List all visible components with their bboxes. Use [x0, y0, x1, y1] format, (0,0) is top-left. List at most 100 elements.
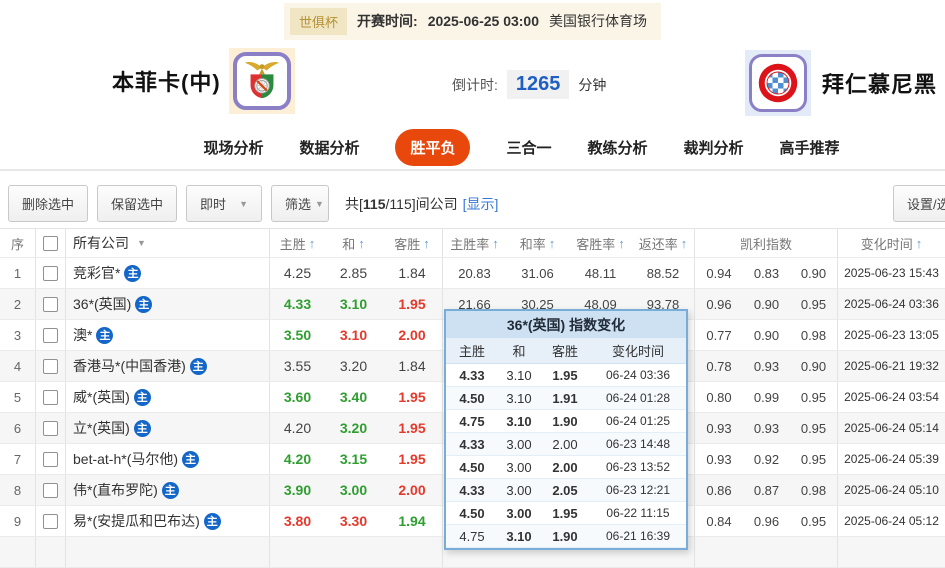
nav-tab[interactable]: 裁判分析: [684, 137, 744, 158]
top-bar: 世俱杯 开赛时间: 2025-06-25 03:00 美国银行体育场: [0, 0, 945, 42]
popup-draw-odds: 3.10: [498, 414, 540, 429]
company-name: bet-at-h*(马尔他): [73, 449, 178, 469]
company-cell[interactable]: [66, 537, 270, 567]
nav-tab[interactable]: 高手推荐: [780, 137, 840, 158]
kelly-index-2: 0.90: [743, 289, 790, 319]
col-seq: 序: [0, 229, 36, 257]
main-company-badge-icon: 主: [135, 296, 152, 313]
home-odds: 3.55: [270, 351, 325, 381]
away-team-block: 拜仁慕尼黑: [745, 50, 937, 116]
popup-change-time: 06-23 14:48: [590, 437, 686, 451]
company-name: 易*(安提瓜和巴布达): [73, 511, 200, 531]
kelly-index-1: 0.78: [695, 351, 743, 381]
company-cell[interactable]: 竞彩官*主: [66, 258, 270, 288]
nav-tab[interactable]: 三合一: [506, 137, 551, 158]
show-link[interactable]: [显示]: [463, 196, 499, 212]
filter-dropdown[interactable]: 筛选 ▼: [271, 185, 329, 222]
kelly-index-2: 0.96: [743, 506, 790, 536]
home-odds: 3.60: [270, 382, 325, 412]
popup-col-time: 变化时间: [590, 341, 686, 360]
kelly-index-1: 0.86: [695, 475, 743, 505]
nav-tab[interactable]: 教练分析: [588, 137, 648, 158]
keep-selected-button[interactable]: 保留选中: [97, 185, 177, 222]
home-odds: 3.80: [270, 506, 325, 536]
sort-up-icon: ↑: [309, 236, 316, 251]
kelly-index-3: 0.95: [790, 413, 838, 443]
row-checkbox[interactable]: [43, 390, 58, 405]
row-checkbox[interactable]: [43, 328, 58, 343]
row-checkbox[interactable]: [43, 514, 58, 529]
time-mode-dropdown[interactable]: 即时 ▼: [186, 185, 262, 222]
row-checkbox[interactable]: [43, 359, 58, 374]
draw-odds: 3.00: [325, 475, 382, 505]
change-time: 2025-06-24 05:10: [838, 475, 945, 505]
select-all-checkbox[interactable]: [43, 236, 58, 251]
row-checkbox[interactable]: [43, 297, 58, 312]
kelly-index-3: 0.95: [790, 289, 838, 319]
col-select-all: [36, 229, 66, 257]
col-home-rate[interactable]: 主胜率↑: [443, 229, 506, 257]
col-draw-odds[interactable]: 和↑: [325, 229, 382, 257]
kelly-index-1: [695, 537, 743, 567]
settings-button[interactable]: 设置/选择: [893, 185, 945, 222]
col-company[interactable]: 所有公司▼: [66, 229, 270, 257]
away-odds: 1.95: [382, 413, 443, 443]
dropdown-arrow-icon: ▼: [137, 238, 146, 248]
col-away-rate[interactable]: 客胜率↑: [569, 229, 632, 257]
company-cell[interactable]: bet-at-h*(马尔他)主: [66, 444, 270, 474]
nav-tab[interactable]: 胜平负: [395, 129, 470, 166]
col-draw-rate[interactable]: 和率↑: [506, 229, 569, 257]
company-cell[interactable]: 香港马*(中国香港)主: [66, 351, 270, 381]
home-odds: 3.50: [270, 320, 325, 350]
company-cell[interactable]: 威*(英国)主: [66, 382, 270, 412]
draw-odds: 3.40: [325, 382, 382, 412]
row-checkbox[interactable]: [43, 421, 58, 436]
chevron-down-icon: ▼: [315, 199, 324, 209]
popup-change-time: 06-24 03:36: [590, 368, 686, 382]
row-select-cell: [36, 258, 66, 288]
countdown: 倒计时: 1265 分钟: [452, 70, 606, 99]
row-seq: 6: [0, 413, 36, 443]
draw-odds: 2.85: [325, 258, 382, 288]
delete-selected-button[interactable]: 删除选中: [8, 185, 88, 222]
kelly-index-3: 0.95: [790, 506, 838, 536]
company-cell[interactable]: 36*(英国)主: [66, 289, 270, 319]
row-checkbox[interactable]: [43, 483, 58, 498]
kelly-index-1: 0.80: [695, 382, 743, 412]
row-seq: [0, 537, 36, 567]
table-row: 1竞彩官*主4.252.851.8420.8331.0648.1188.520.…: [0, 258, 945, 289]
popup-col-draw: 和: [498, 341, 540, 360]
row-seq: 3: [0, 320, 36, 350]
row-checkbox[interactable]: [43, 452, 58, 467]
row-select-cell: [36, 320, 66, 350]
nav-tab[interactable]: 数据分析: [299, 137, 359, 158]
row-select-cell: [36, 506, 66, 536]
change-time: [838, 537, 945, 567]
change-time: 2025-06-24 05:14: [838, 413, 945, 443]
popup-header-row: 主胜 和 客胜 变化时间: [446, 338, 686, 364]
away-team-logo: [745, 50, 811, 116]
home-odds: [270, 537, 325, 567]
company-count: 共[115/115]间公司[显示]: [345, 194, 498, 214]
away-rate: 48.11: [569, 258, 632, 288]
col-change-time[interactable]: 变化时间↑: [838, 229, 945, 257]
company-cell[interactable]: 易*(安提瓜和巴布达)主: [66, 506, 270, 536]
company-cell[interactable]: 立*(英国)主: [66, 413, 270, 443]
row-seq: 1: [0, 258, 36, 288]
col-return-rate[interactable]: 返还率↑: [632, 229, 695, 257]
chevron-down-icon: ▼: [239, 199, 248, 209]
nav-tab[interactable]: 现场分析: [203, 137, 263, 158]
popup-row: 4.753.101.9006-21 16:39: [446, 525, 686, 548]
company-cell[interactable]: 澳*主: [66, 320, 270, 350]
row-checkbox[interactable]: [43, 266, 58, 281]
home-odds: 4.33: [270, 289, 325, 319]
company-cell[interactable]: 伟*(直布罗陀)主: [66, 475, 270, 505]
popup-home-odds: 4.50: [446, 460, 498, 475]
away-odds: 1.95: [382, 289, 443, 319]
popup-row: 4.753.101.9006-24 01:25: [446, 410, 686, 433]
popup-title: 36*(英国) 指数变化: [446, 311, 686, 338]
col-away-odds[interactable]: 客胜↑: [382, 229, 443, 257]
home-odds: 4.25: [270, 258, 325, 288]
col-home-odds[interactable]: 主胜↑: [270, 229, 325, 257]
popup-away-odds: 2.00: [540, 437, 590, 452]
